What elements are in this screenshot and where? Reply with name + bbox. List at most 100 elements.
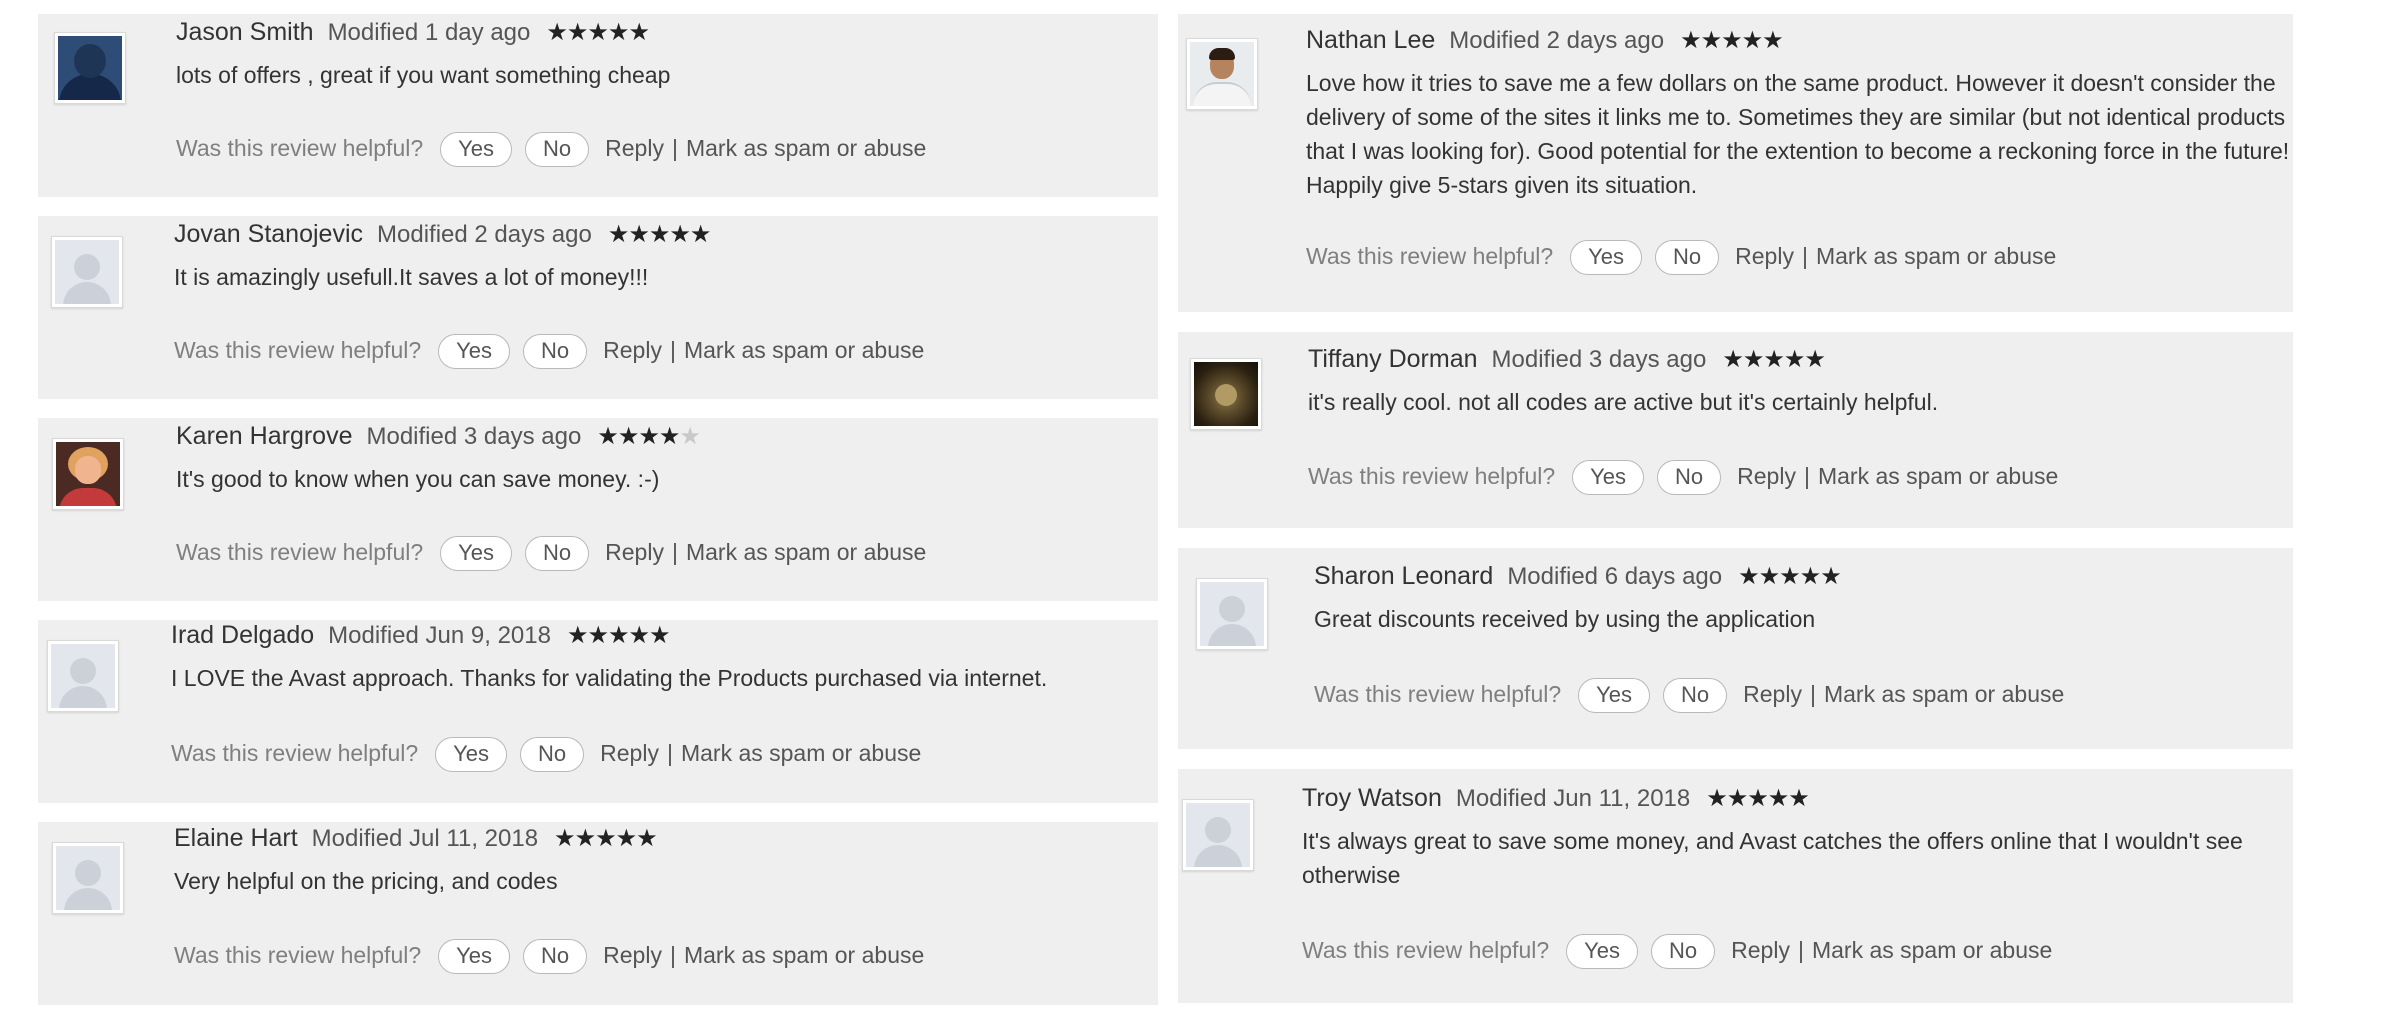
- helpful-yes-button[interactable]: Yes: [1572, 460, 1645, 496]
- star-filled-icon: ★: [574, 825, 596, 852]
- helpful-yes-button[interactable]: Yes: [440, 132, 513, 168]
- reply-link[interactable]: Reply: [1735, 243, 1794, 269]
- helpful-bar: Was this review helpful? Yes No Reply | Mark …: [171, 735, 921, 773]
- avatar-photo-shirt-shape: [59, 488, 117, 506]
- mark-spam-link[interactable]: Mark as spam or abuse: [686, 539, 926, 565]
- mark-spam-link[interactable]: Mark as spam or abuse: [1824, 681, 2064, 707]
- helpful-question: Was this review helpful?: [1302, 937, 1550, 963]
- review-header: Sharon Leonard Modified 6 days ago ★★★★★: [1314, 559, 2284, 593]
- star-filled-icon: ★: [638, 423, 659, 450]
- review-content: Tiffany Dorman Modified 3 days ago ★★★★★ it…: [1308, 342, 2278, 419]
- reply-link[interactable]: Reply: [1731, 937, 1790, 963]
- helpful-question: Was this review helpful?: [1306, 243, 1554, 269]
- mark-spam-link[interactable]: Mark as spam or abuse: [1816, 243, 2056, 269]
- review-content: Elaine Hart Modified Jul 11, 2018 ★★★★★ Ver…: [174, 821, 1124, 898]
- link-separator: |: [669, 337, 676, 363]
- helpful-yes-button[interactable]: Yes: [438, 334, 511, 370]
- avatar: [1196, 578, 1268, 650]
- helpful-no-button[interactable]: No: [1655, 240, 1720, 276]
- helpful-yes-button[interactable]: Yes: [440, 536, 513, 572]
- helpful-no-button[interactable]: No: [1651, 934, 1716, 970]
- star-filled-icon: ★: [1721, 27, 1742, 54]
- avatar: [52, 438, 124, 510]
- reply-link[interactable]: Reply: [1737, 463, 1796, 489]
- star-filled-icon: ★: [1783, 346, 1805, 373]
- mark-spam-link[interactable]: Mark as spam or abuse: [684, 942, 924, 968]
- reviewer-name[interactable]: Jovan Stanojevic: [174, 220, 363, 248]
- star-rating: ★★★★★: [554, 825, 658, 852]
- star-filled-icon: ★: [1820, 563, 1841, 590]
- helpful-no-button[interactable]: No: [523, 334, 588, 370]
- default-avatar-body-shape: [64, 888, 112, 910]
- star-rating: ★★★★★: [608, 221, 712, 248]
- helpful-no-button[interactable]: No: [1657, 460, 1722, 496]
- modified-date: Modified 3 days ago: [366, 423, 582, 450]
- star-filled-icon: ★: [1779, 563, 1800, 590]
- reviewer-name[interactable]: Nathan Lee: [1306, 26, 1435, 54]
- avatar: [52, 842, 124, 914]
- reviewer-name[interactable]: Jason Smith: [176, 18, 314, 46]
- modified-date: Modified Jun 9, 2018: [328, 622, 551, 649]
- modified-date: Modified 1 day ago: [327, 19, 531, 46]
- reviewer-name[interactable]: Sharon Leonard: [1314, 562, 1493, 590]
- reply-link[interactable]: Reply: [605, 539, 664, 565]
- reviewer-name[interactable]: Karen Hargrove: [176, 422, 352, 450]
- review-header: Tiffany Dorman Modified 3 days ago ★★★★★: [1308, 342, 2278, 376]
- reply-link[interactable]: Reply: [603, 942, 662, 968]
- reviewer-name[interactable]: Elaine Hart: [174, 824, 298, 852]
- reply-link[interactable]: Reply: [1743, 681, 1802, 707]
- link-separator: |: [671, 539, 678, 565]
- modified-date: Modified Jun 11, 2018: [1455, 785, 1691, 812]
- review-card: Jovan Stanojevic Modified 2 days ago ★★★★★…: [38, 216, 1158, 399]
- avatar-image: [51, 644, 115, 708]
- helpful-no-button[interactable]: No: [525, 536, 590, 572]
- review-text: It is amazingly usefull.It saves a lot o…: [174, 264, 649, 290]
- helpful-yes-button[interactable]: Yes: [1578, 678, 1651, 714]
- mark-spam-link[interactable]: Mark as spam or abuse: [684, 337, 924, 363]
- star-rating: ★★★★★: [1680, 27, 1784, 54]
- default-avatar-body-shape: [1208, 624, 1256, 646]
- helpful-question: Was this review helpful?: [176, 539, 424, 565]
- review-header: Nathan Lee Modified 2 days ago ★★★★★: [1306, 23, 2296, 57]
- reply-link[interactable]: Reply: [600, 740, 659, 766]
- star-filled-icon: ★: [1788, 785, 1809, 812]
- reply-link[interactable]: Reply: [605, 135, 664, 161]
- star-filled-icon: ★: [1758, 563, 1780, 590]
- helpful-no-button[interactable]: No: [1663, 678, 1728, 714]
- avatar-photo-shirt-shape: [1193, 82, 1251, 106]
- star-filled-icon: ★: [1804, 346, 1825, 373]
- avatar: [1186, 38, 1258, 110]
- star-filled-icon: ★: [1680, 27, 1701, 54]
- helpful-yes-button[interactable]: Yes: [1566, 934, 1639, 970]
- star-filled-icon: ★: [617, 423, 639, 450]
- review-card: Jason Smith Modified 1 day ago ★★★★★ lots o…: [38, 14, 1158, 197]
- helpful-yes-button[interactable]: Yes: [1570, 240, 1643, 276]
- mark-spam-link[interactable]: Mark as spam or abuse: [681, 740, 921, 766]
- reviewer-name[interactable]: Troy Watson: [1302, 784, 1442, 812]
- modified-date: Modified 6 days ago: [1507, 563, 1723, 590]
- helpful-no-button[interactable]: No: [520, 737, 585, 773]
- review-card: Sharon Leonard Modified 6 days ago ★★★★★ Gr…: [1178, 548, 2293, 749]
- star-filled-icon: ★: [628, 622, 650, 649]
- helpful-no-button[interactable]: No: [523, 939, 588, 975]
- helpful-bar: Was this review helpful? Yes No Reply | Mark …: [1308, 458, 2058, 496]
- default-avatar-head-shape: [70, 658, 96, 685]
- avatar-image: [56, 442, 120, 506]
- helpful-question: Was this review helpful?: [174, 942, 422, 968]
- star-filled-icon: ★: [587, 19, 608, 46]
- mark-spam-link[interactable]: Mark as spam or abuse: [686, 135, 926, 161]
- reviewer-name[interactable]: Irad Delgado: [171, 621, 314, 649]
- reply-link[interactable]: Reply: [603, 337, 662, 363]
- helpful-yes-button[interactable]: Yes: [438, 939, 511, 975]
- star-filled-icon: ★: [636, 825, 657, 852]
- mark-spam-link[interactable]: Mark as spam or abuse: [1812, 937, 2052, 963]
- review-content: Jovan Stanojevic Modified 2 days ago ★★★★★…: [174, 217, 1124, 294]
- helpful-yes-button[interactable]: Yes: [435, 737, 508, 773]
- review-card: Elaine Hart Modified Jul 11, 2018 ★★★★★ Ver…: [38, 822, 1158, 1005]
- reviewer-name[interactable]: Tiffany Dorman: [1308, 345, 1478, 373]
- mark-spam-link[interactable]: Mark as spam or abuse: [1818, 463, 2058, 489]
- helpful-bar: Was this review helpful? Yes No Reply | Mark …: [1306, 238, 2056, 276]
- star-filled-icon: ★: [607, 19, 629, 46]
- review-text: Love how it tries to save me a few dolla…: [1306, 70, 2290, 198]
- helpful-no-button[interactable]: No: [525, 132, 590, 168]
